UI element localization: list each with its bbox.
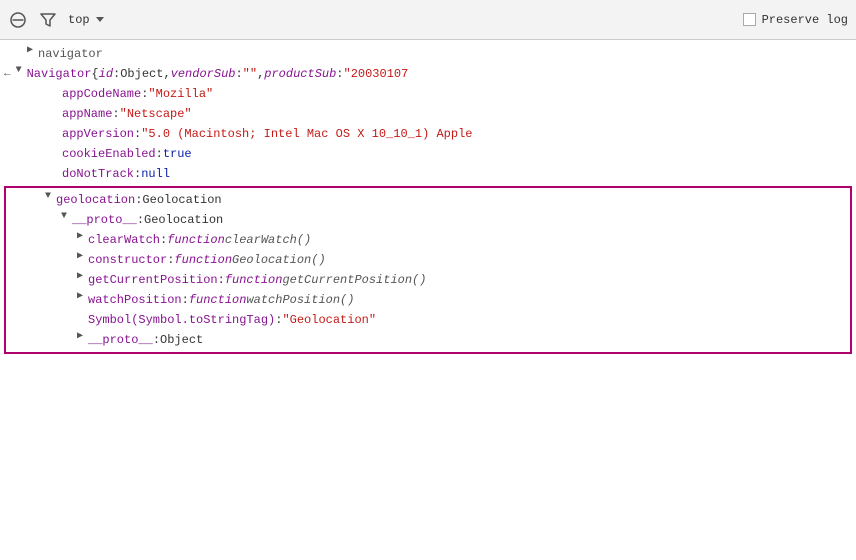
context-selector[interactable]: top bbox=[68, 13, 104, 27]
list-item: appVersion : "5.0 (Macintosh; Intel Mac … bbox=[0, 124, 856, 144]
list-item: appName : "Netscape" bbox=[0, 104, 856, 124]
expand-icon[interactable] bbox=[74, 271, 86, 283]
expand-icon[interactable] bbox=[24, 45, 36, 57]
list-item: __proto__ : Object bbox=[6, 330, 850, 350]
list-item: constructor : function Geolocation() bbox=[6, 250, 850, 270]
expand-icon[interactable] bbox=[74, 251, 86, 263]
list-item: clearWatch : function clearWatch() bbox=[6, 230, 850, 250]
filter-icon[interactable] bbox=[38, 10, 58, 30]
preserve-log-label: Preserve log bbox=[762, 13, 848, 27]
list-item: Symbol(Symbol.toStringTag) : "Geolocatio… bbox=[6, 310, 850, 330]
list-item: getCurrentPosition : function getCurrent… bbox=[6, 270, 850, 290]
list-item: cookieEnabled : true bbox=[0, 144, 856, 164]
list-item: navigator bbox=[0, 44, 856, 64]
expand-icon[interactable] bbox=[74, 331, 86, 343]
list-item: appCodeName : "Mozilla" bbox=[0, 84, 856, 104]
devtools-toolbar: top Preserve log bbox=[0, 0, 856, 40]
expand-icon[interactable] bbox=[74, 291, 86, 303]
list-item: ← Navigator { id : Object , vendorSub : … bbox=[0, 64, 856, 84]
collapse-icon[interactable] bbox=[13, 65, 25, 77]
geolocation-highlight-box: geolocation : Geolocation __proto__ : Ge… bbox=[4, 186, 852, 354]
collapse-icon[interactable] bbox=[42, 191, 54, 203]
expand-icon[interactable] bbox=[74, 231, 86, 243]
preserve-log-checkbox[interactable] bbox=[743, 13, 756, 26]
context-dropdown-arrow[interactable] bbox=[96, 17, 104, 22]
list-item: __proto__ : Geolocation bbox=[6, 210, 850, 230]
console-content: navigator ← Navigator { id : Object , ve… bbox=[0, 40, 856, 560]
navigator-label: navigator bbox=[38, 45, 103, 63]
list-item: watchPosition : function watchPosition() bbox=[6, 290, 850, 310]
navigator-class-key: Navigator bbox=[27, 65, 92, 83]
preserve-log-container: Preserve log bbox=[743, 13, 848, 27]
collapse-icon[interactable] bbox=[58, 211, 70, 223]
no-entry-icon[interactable] bbox=[8, 10, 28, 30]
list-item: doNotTrack : null bbox=[0, 164, 856, 184]
list-item: geolocation : Geolocation bbox=[6, 190, 850, 210]
context-label: top bbox=[68, 13, 90, 27]
